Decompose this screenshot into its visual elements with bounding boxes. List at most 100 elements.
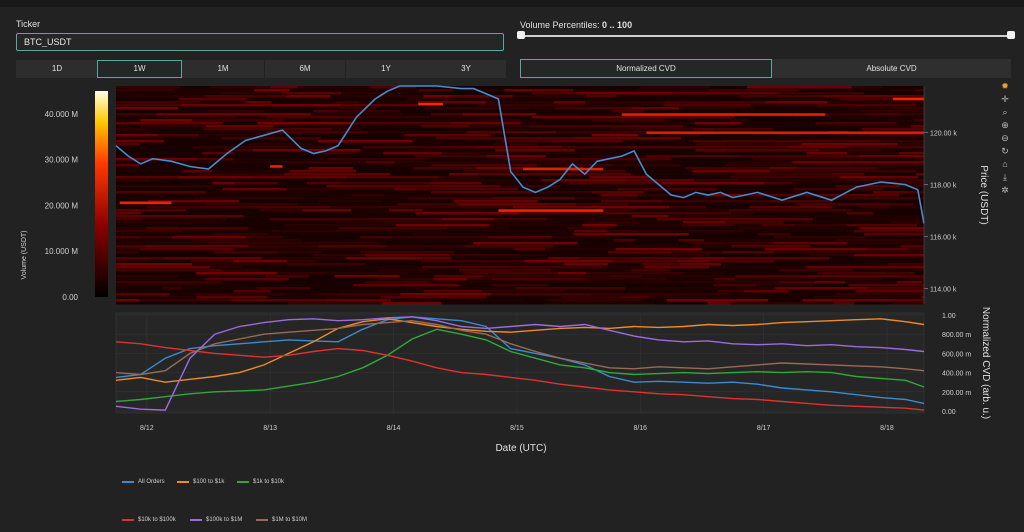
heatmap-cell [680,164,726,167]
legend-swatch [122,481,134,483]
heatmap-cell [429,116,504,119]
heatmap-cell [143,110,208,113]
zoom-out-icon[interactable]: ⊖ [998,132,1012,144]
heatmap-panel[interactable] [115,85,925,305]
heatmap-cell [353,119,416,122]
heatmap-cell [171,236,247,239]
heatmap-cell [612,260,678,263]
heatmap-cell [531,116,586,119]
reset-icon[interactable]: ⌂ [998,158,1012,170]
heatmap-cell [520,170,563,173]
pan-icon[interactable]: ✛ [998,93,1012,105]
heatmap-cell [466,131,522,134]
heatmap-cell [500,140,553,143]
heatmap-cell [846,134,869,137]
heatmap-cell [417,143,460,146]
heatmap-cell [614,146,686,149]
heatmap-cell [116,266,210,269]
heatmap-cell [688,281,710,284]
heatmap-cell [433,275,483,278]
heatmap-cell [586,272,685,275]
heatmap-cell [209,266,244,269]
heatmap-cell [900,245,924,248]
legend-swatch [256,519,268,521]
heatmap-cell [692,128,715,131]
heatmap-cell [346,248,424,251]
heatmap-cell [880,140,924,143]
heatmap-cell [652,302,708,305]
heatmap-cell [680,224,734,227]
heatmap-cell [357,155,416,158]
legend-item[interactable]: $10k to $100k [122,517,176,523]
heatmap-cell [524,128,611,131]
heatmap-cell [774,143,802,146]
chart-area[interactable]: 114.00 k 116.00 k 118.00 k 120.00 k Price (U… [0,0,1024,532]
heatmap-cell [509,227,567,230]
legend-item[interactable]: $1k to $10k [237,479,284,485]
heatmap-cell [585,95,617,98]
heatmap-cell [835,185,856,188]
heatmap-cell [801,143,898,146]
legend-item[interactable]: $100k to $1M [190,517,242,523]
download-icon[interactable]: ⤓ [998,171,1012,183]
heatmap-cell [577,242,634,245]
heatmap-cell [742,194,816,197]
heatmap-cell [788,290,856,293]
autoscale-icon[interactable]: ↻ [998,145,1012,157]
heatmap-cell [832,206,863,209]
liquidity-band [621,113,826,116]
heatmap-cell [692,173,733,176]
heatmap-cell [453,200,538,203]
heatmap-cell [146,227,249,230]
spike-icon[interactable]: ✲ [998,184,1012,196]
heatmap-cell [249,143,312,146]
heatmap-cell [861,128,924,131]
heatmap-cell [369,215,393,218]
heatmap-cell [582,158,672,161]
heatmap-cell [868,113,901,116]
heatmap-cell [503,116,532,119]
heatmap-cell [273,125,302,128]
heatmap-cell [574,230,608,233]
heatmap-cell [116,137,222,140]
heatmap-cell [686,209,730,212]
legend-item[interactable]: $100 to $1k [177,479,224,485]
heatmap-cell [207,242,273,245]
heatmap-cell [846,179,924,182]
legend-item[interactable]: $1M to $10M [256,517,307,523]
heatmap-cell [797,89,831,92]
heatmap-cell [897,143,924,146]
heatmap-cell [774,236,867,239]
heatmap-cell [671,251,723,254]
heatmap-cell [159,290,234,293]
heatmap-cell [635,218,657,221]
heatmap-cell [116,230,183,233]
heatmap-cell [894,137,924,140]
heatmap-cell [182,170,213,173]
heatmap-cell [498,161,593,164]
heatmap-cell [552,236,610,239]
heatmap-cell [744,230,854,233]
heatmap-cell [205,191,238,194]
heatmap-cell [829,257,920,260]
heatmap-cell [837,215,889,218]
heatmap-cell [757,233,792,236]
heatmap-cell [116,191,206,194]
heatmap-cell [607,263,643,266]
heatmap-cell [376,107,425,110]
heatmap-cell [757,272,819,275]
heatmap-cell [650,176,731,179]
heatmap-cell [285,119,354,122]
zoom-in-icon[interactable]: ⊕ [998,119,1012,131]
heatmap-cell [917,224,924,227]
heatmap-cell [462,113,536,116]
heatmap-cell [255,158,328,161]
heatmap-cell [271,230,346,233]
heatmap-cell [276,134,372,137]
zoom-icon[interactable]: ⌕ [998,106,1012,118]
heatmap-cell [756,284,814,287]
heatmap-cell [259,269,284,272]
legend-item[interactable]: All Orders [122,479,165,485]
heatmap-cell [194,197,304,200]
cvd-panel[interactable] [115,312,925,414]
